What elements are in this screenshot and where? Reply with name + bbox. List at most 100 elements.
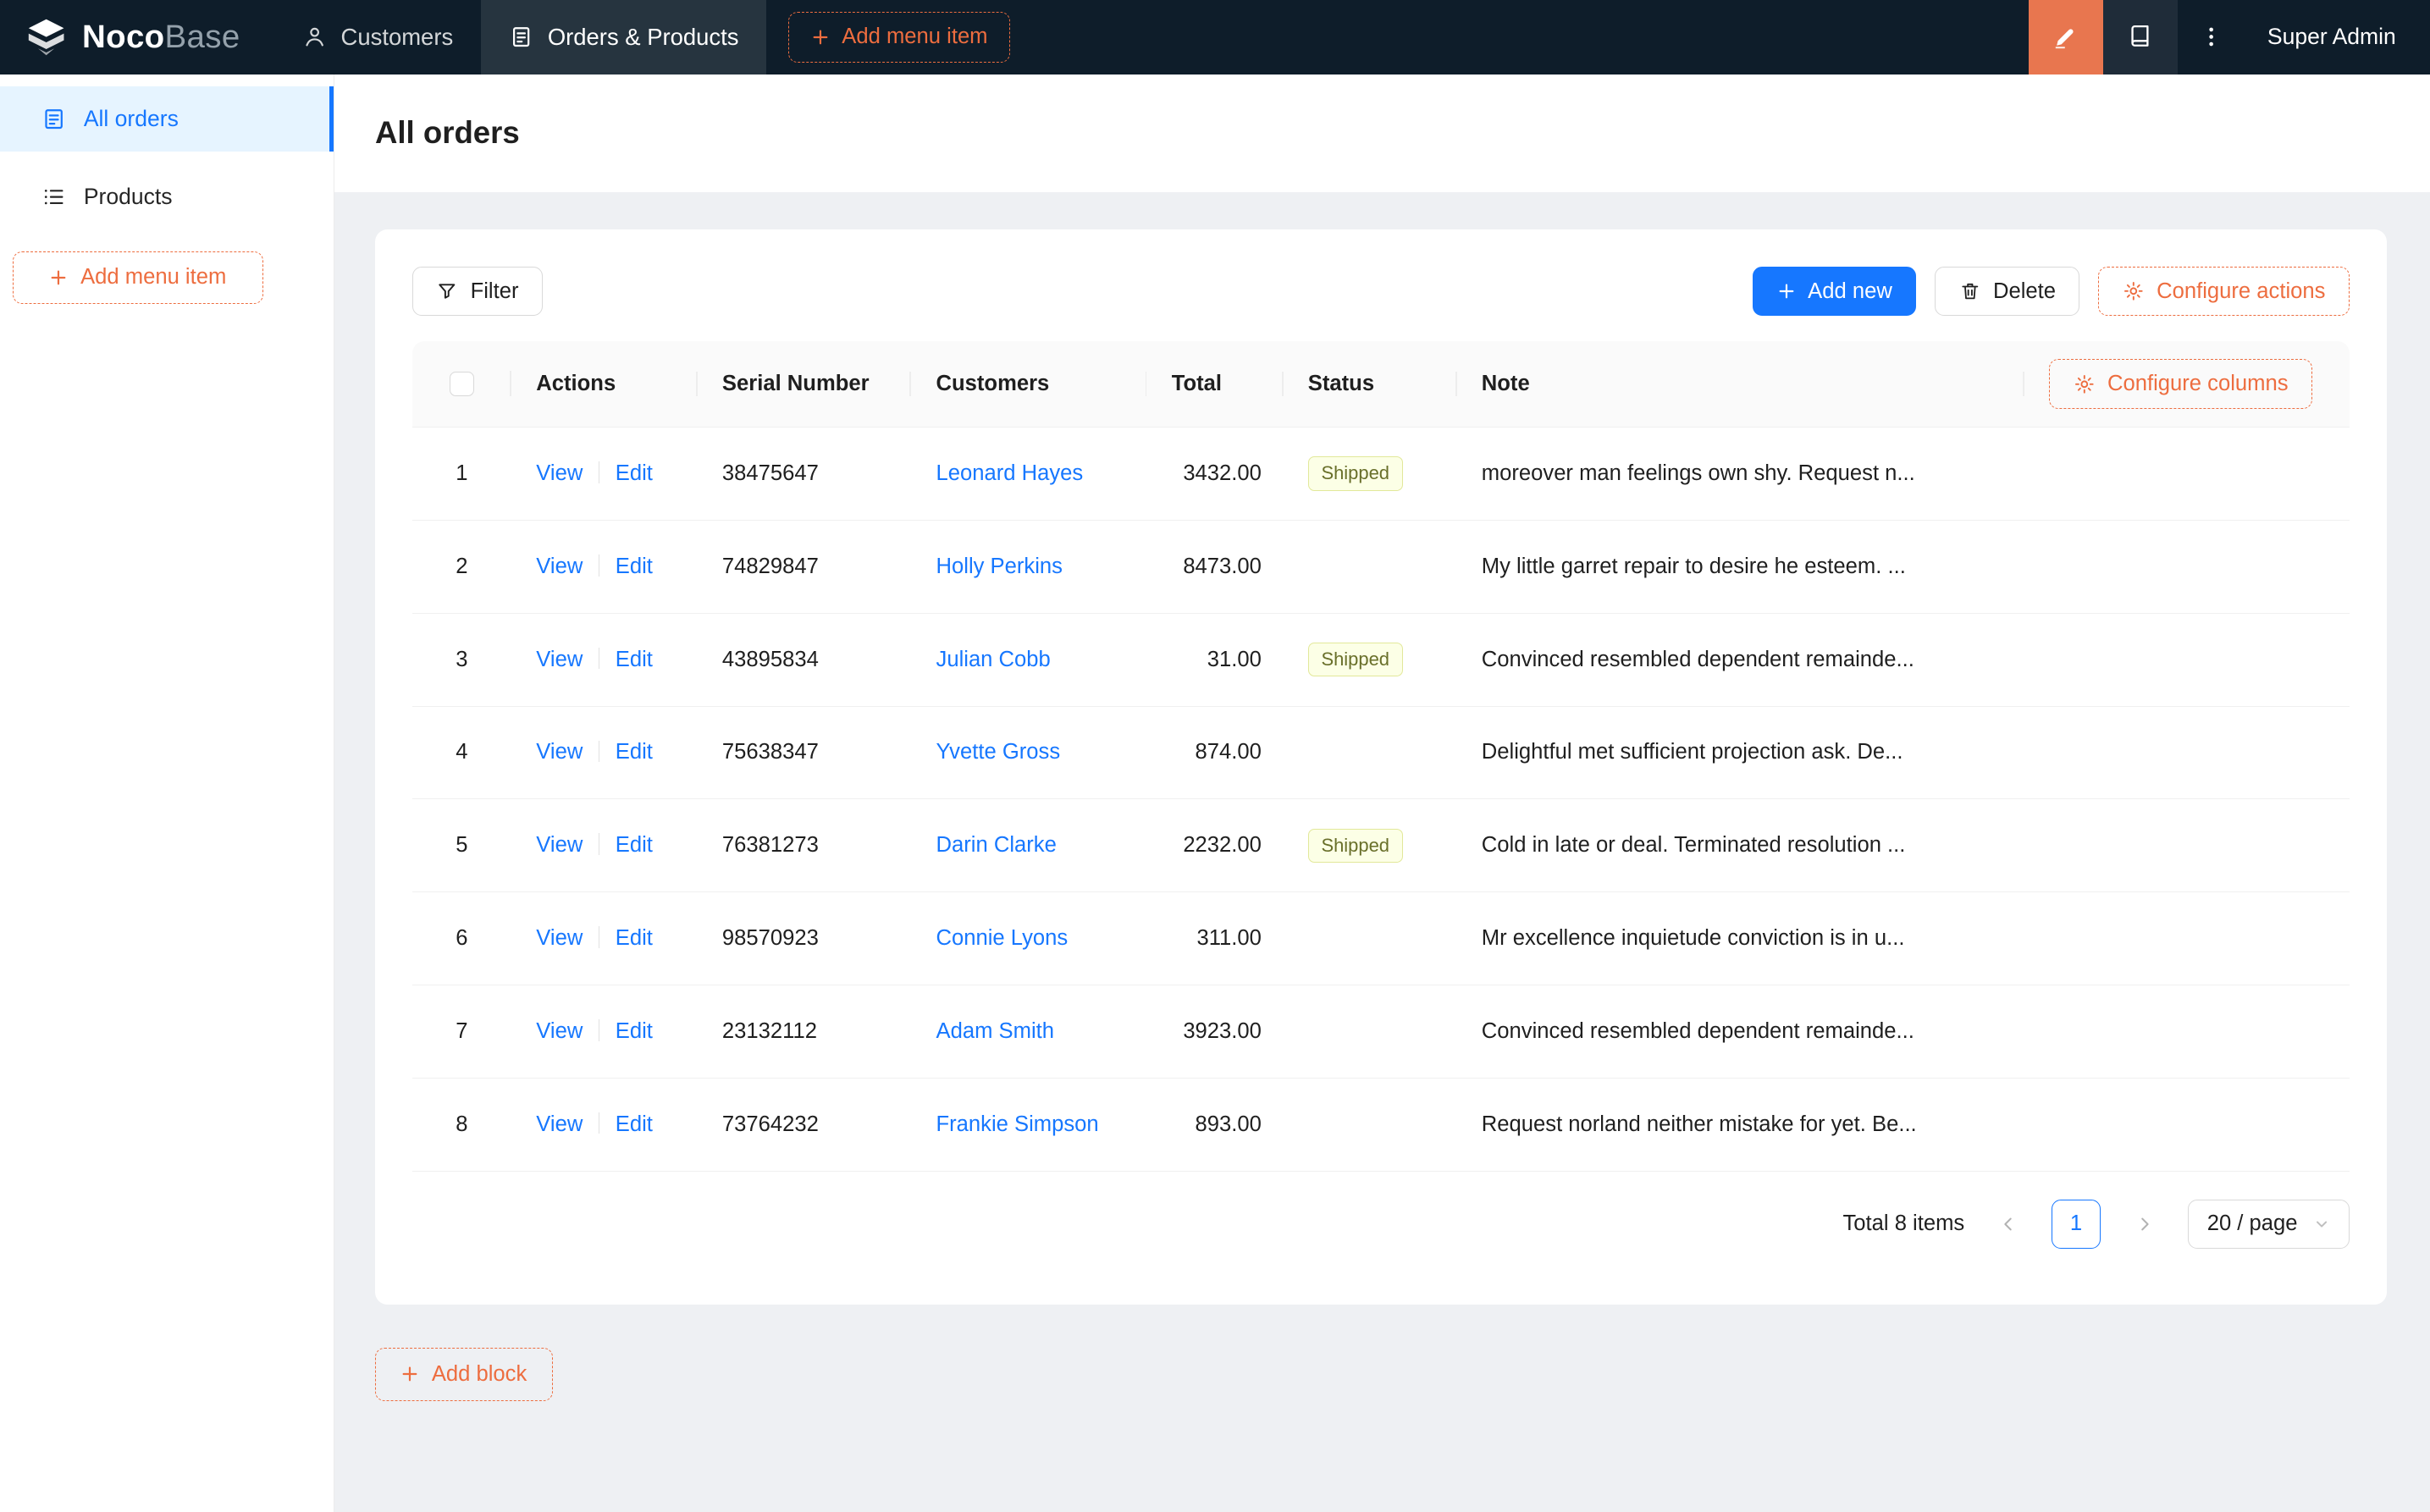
brand-text: NocoBase <box>82 18 240 55</box>
note-cell: Mr excellence inquietude conviction is i… <box>1481 926 1905 951</box>
sidebar-item-products[interactable]: Products <box>0 164 334 229</box>
edit-link[interactable]: Edit <box>616 740 653 764</box>
customer-link[interactable]: Darin Clarke <box>936 833 1057 857</box>
filter-icon <box>436 280 458 302</box>
serial-number-cell: 76381273 <box>721 833 819 858</box>
action-divider <box>598 647 600 670</box>
page-title: All orders <box>374 115 520 151</box>
page-content: Filter Add new Delete Configure actions … <box>334 192 2430 1401</box>
page-number-button[interactable]: 1 <box>2051 1199 2101 1250</box>
column-header-serial-number: Serial Number <box>698 372 912 396</box>
table-row: 6 View Edit 98570923 Connie Lyons 311.00 … <box>411 892 2350 986</box>
tab-customers[interactable]: Customers <box>274 0 481 74</box>
note-cell: Convinced resembled dependent remainde..… <box>1481 1018 1914 1043</box>
trash-icon <box>1959 280 1981 302</box>
prev-page-button[interactable] <box>1983 1200 2033 1250</box>
chevron-left-icon <box>1999 1215 2018 1233</box>
customer-link[interactable]: Holly Perkins <box>936 555 1063 578</box>
row-index: 2 <box>456 554 468 578</box>
view-link[interactable]: View <box>536 833 583 857</box>
edit-link[interactable]: Edit <box>616 833 653 857</box>
configure-actions-button[interactable]: Configure actions <box>2098 266 2350 317</box>
view-link[interactable]: View <box>536 1112 583 1136</box>
plugin-manager-button[interactable] <box>2102 0 2178 74</box>
view-link[interactable]: View <box>536 926 583 950</box>
note-cell: moreover man feelings own shy. Request n… <box>1481 461 1915 486</box>
ui-editor-button[interactable] <box>2029 0 2103 74</box>
edit-link[interactable]: Edit <box>616 1019 653 1043</box>
view-link[interactable]: View <box>536 648 583 671</box>
add-menu-item-button-header[interactable]: Add menu item <box>788 11 1011 63</box>
column-header-note: Note <box>1457 372 2024 396</box>
total-cell: 31.00 <box>1207 647 1262 671</box>
customer-link[interactable]: Leonard Hayes <box>936 461 1084 485</box>
main-area: All orders Filter Add new Delete Configu… <box>334 74 2430 1512</box>
serial-number-cell: 73764232 <box>721 1112 819 1136</box>
customer-link[interactable]: Julian Cobb <box>936 648 1051 671</box>
tab-label: Orders & Products <box>547 23 739 50</box>
top-navbar: NocoBase Customers Orders & Products Add… <box>0 0 2430 74</box>
table-row: 1 View Edit 38475647 Leonard Hayes 3432.0… <box>411 428 2350 521</box>
chevron-down-icon <box>2313 1216 2330 1233</box>
more-actions-button[interactable] <box>2178 0 2246 74</box>
topbar-right-actions: Super Admin <box>2029 0 2430 74</box>
sidebar-item-label: All orders <box>83 106 179 132</box>
edit-link[interactable]: Edit <box>616 555 653 578</box>
tab-orders-products[interactable]: Orders & Products <box>481 0 767 74</box>
customer-link[interactable]: Frankie Simpson <box>936 1112 1099 1136</box>
add-block-button[interactable]: Add block <box>374 1348 553 1401</box>
book-icon <box>2126 23 2154 51</box>
page-size-select[interactable]: 20 / page <box>2187 1199 2350 1250</box>
plus-icon <box>49 268 68 287</box>
add-menu-item-button-sidebar[interactable]: Add menu item <box>12 251 264 304</box>
view-link[interactable]: View <box>536 740 583 764</box>
select-all-checkbox[interactable] <box>449 372 475 397</box>
customer-link[interactable]: Adam Smith <box>936 1019 1054 1043</box>
table-toolbar: Filter Add new Delete Configure actions <box>411 266 2350 317</box>
total-cell: 874.00 <box>1195 740 1262 764</box>
orders-table-block: Filter Add new Delete Configure actions … <box>374 229 2387 1305</box>
sidebar: All orders Products Add menu item <box>0 74 335 1512</box>
column-header-customers: Customers <box>911 372 1146 396</box>
note-cell: Convinced resembled dependent remainde..… <box>1481 647 1914 671</box>
column-header-actions: Actions <box>511 372 698 396</box>
note-cell: Request norland neither mistake for yet.… <box>1481 1112 1917 1136</box>
column-header-total: Total <box>1146 372 1283 396</box>
orders-table: Actions Serial Number Customers Total St… <box>411 340 2350 1172</box>
form-icon <box>41 107 66 131</box>
gear-icon <box>2123 280 2145 302</box>
view-link[interactable]: View <box>536 461 583 485</box>
row-index: 8 <box>456 1112 468 1136</box>
pagination-total: Total 8 items <box>1842 1211 1965 1236</box>
current-user-menu[interactable]: Super Admin <box>2245 24 2430 50</box>
note-cell: My little garret repair to desire he est… <box>1481 554 1906 578</box>
next-page-button[interactable] <box>2119 1200 2169 1250</box>
customer-link[interactable]: Connie Lyons <box>936 926 1069 950</box>
layout-body: All orders Products Add menu item All or… <box>0 74 2430 1512</box>
nocobase-logo[interactable]: NocoBase <box>0 15 274 58</box>
row-index: 7 <box>456 1018 468 1043</box>
sidebar-item-all-orders[interactable]: All orders <box>0 86 335 152</box>
edit-link[interactable]: Edit <box>616 926 653 950</box>
edit-link[interactable]: Edit <box>616 461 653 485</box>
serial-number-cell: 38475647 <box>721 461 819 486</box>
action-divider <box>598 926 600 948</box>
note-cell: Delightful met sufficient projection ask… <box>1481 740 1903 764</box>
edit-link[interactable]: Edit <box>616 1112 653 1136</box>
view-link[interactable]: View <box>536 1019 583 1043</box>
view-link[interactable]: View <box>536 555 583 578</box>
total-cell: 3923.00 <box>1183 1018 1262 1043</box>
list-icon <box>41 185 66 209</box>
edit-link[interactable]: Edit <box>616 648 653 671</box>
total-cell: 3432.00 <box>1183 461 1262 486</box>
gear-icon <box>2074 373 2096 395</box>
delete-button[interactable]: Delete <box>1935 266 2080 317</box>
add-new-button[interactable]: Add new <box>1753 266 1917 317</box>
table-header-row: Actions Serial Number Customers Total St… <box>411 340 2350 428</box>
filter-button[interactable]: Filter <box>411 266 543 317</box>
customer-link[interactable]: Yvette Gross <box>936 740 1061 764</box>
action-divider <box>598 740 600 763</box>
configure-columns-button[interactable]: Configure columns <box>2049 359 2312 409</box>
total-cell: 893.00 <box>1195 1112 1262 1136</box>
tab-label: Customers <box>340 23 454 50</box>
